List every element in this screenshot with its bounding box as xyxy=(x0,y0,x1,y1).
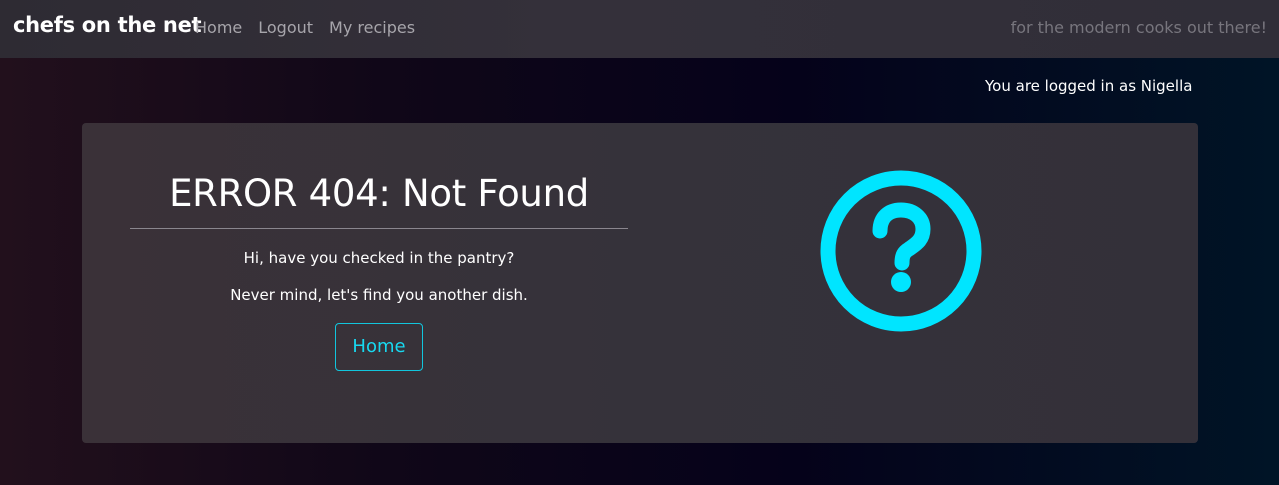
login-status: You are logged in as Nigella xyxy=(985,77,1193,95)
nav-link-home[interactable]: Home xyxy=(195,18,242,37)
divider xyxy=(130,228,628,229)
tagline: for the modern cooks out there! xyxy=(1010,18,1267,37)
navbar: chefs on the net Home Logout My recipes … xyxy=(0,0,1279,58)
error-message-pantry: Hi, have you checked in the pantry? xyxy=(243,249,515,267)
nav-link-logout[interactable]: Logout xyxy=(258,18,313,37)
question-circle-icon xyxy=(820,170,982,332)
home-button[interactable]: Home xyxy=(335,323,423,371)
error-message-dish: Never mind, let's find you another dish. xyxy=(230,286,528,304)
error-content: ERROR 404: Not Found Hi, have you checke… xyxy=(130,123,628,371)
error-card: ERROR 404: Not Found Hi, have you checke… xyxy=(82,123,1198,443)
nav-link-my-recipes[interactable]: My recipes xyxy=(329,18,415,37)
error-title: ERROR 404: Not Found xyxy=(169,172,589,215)
nav-links: Home Logout My recipes xyxy=(195,18,431,37)
brand-logo[interactable]: chefs on the net xyxy=(13,13,202,37)
